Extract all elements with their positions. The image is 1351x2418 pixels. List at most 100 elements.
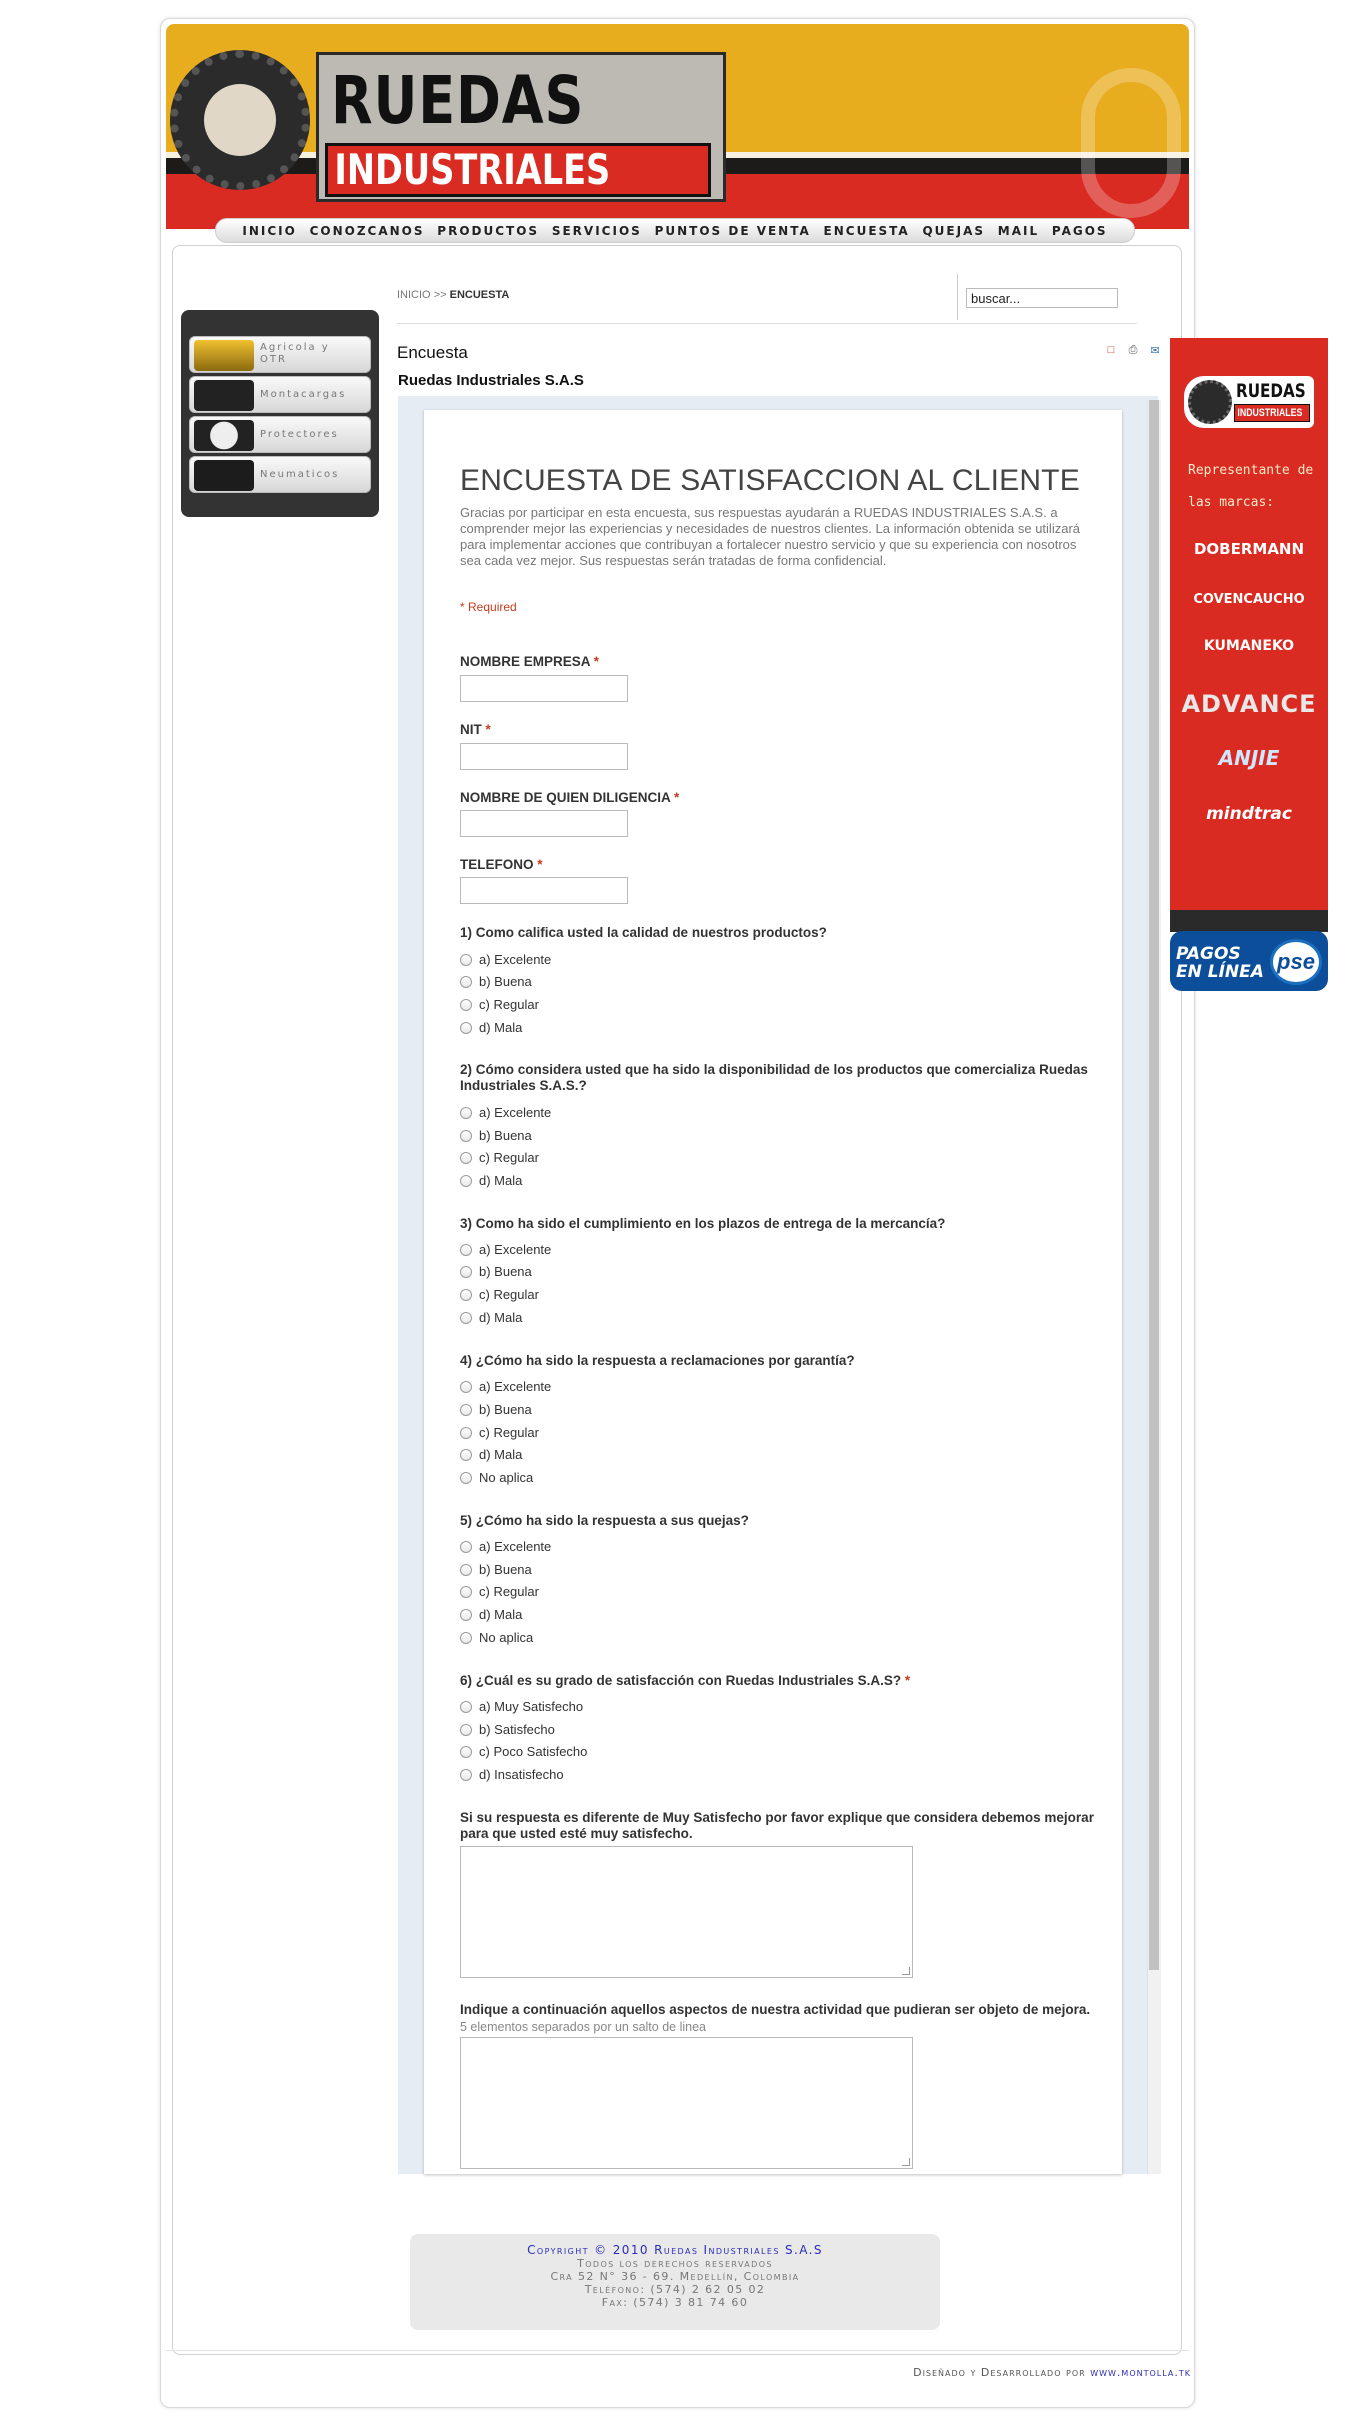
radio-option[interactable]: c) Regular [460, 1150, 539, 1165]
radio-option[interactable]: b) Satisfecho [460, 1722, 555, 1737]
improvement-textarea[interactable] [460, 1846, 913, 1978]
nav-encuesta[interactable]: ENCUESTA [824, 224, 910, 238]
radio-option[interactable]: b) Buena [460, 974, 532, 989]
radio-option[interactable]: c) Regular [460, 1287, 539, 1302]
radio-option[interactable]: b) Buena [460, 1562, 532, 1577]
sidebar-item-label: Neumaticos [260, 469, 340, 480]
radio-option[interactable]: a) Excelente [460, 1379, 551, 1394]
site-header: RUEDAS INDUSTRIALES [166, 24, 1189, 229]
nombre-diligencia-input[interactable] [460, 810, 628, 837]
print-icon[interactable]: ⎙ [1125, 342, 1141, 358]
radio-option[interactable]: a) Excelente [460, 1539, 551, 1554]
radio-icon[interactable] [460, 1700, 472, 1713]
radio-icon[interactable] [460, 1311, 472, 1324]
radio-icon[interactable] [460, 1631, 472, 1644]
footer-address: Cra 52 N° 36 - 69. Medellín, Colombia [550, 2270, 800, 2283]
radio-option[interactable]: c) Regular [460, 1584, 539, 1599]
radio-icon[interactable] [460, 998, 472, 1011]
radio-icon[interactable] [460, 1151, 472, 1164]
pse-payment-button[interactable]: PAGOS EN LÍNEA pse [1170, 931, 1328, 991]
radio-icon[interactable] [460, 1403, 472, 1416]
radio-option[interactable]: a) Excelente [460, 1105, 551, 1120]
radio-option[interactable]: b) Buena [460, 1128, 532, 1143]
question-label: 3) Como ha sido el cumplimiento en los p… [460, 1216, 946, 1231]
sidebar-menu: Agricola y OTR Montacargas Protectores Ne… [181, 310, 379, 517]
divider [397, 323, 1137, 324]
radio-icon[interactable] [460, 1563, 472, 1576]
footer-fax: Fax: (574) 3 81 74 60 [601, 2296, 749, 2309]
sidebar-item-montacargas[interactable]: Montacargas [189, 376, 371, 413]
radio-option[interactable]: c) Poco Satisfecho [460, 1744, 587, 1759]
protector-icon [194, 420, 254, 451]
radio-icon[interactable] [460, 1129, 472, 1142]
nombre-empresa-input[interactable] [460, 675, 628, 702]
radio-option[interactable]: d) Mala [460, 1310, 522, 1325]
radio-icon[interactable] [460, 1380, 472, 1393]
nav-servicios[interactable]: SERVICIOS [552, 224, 642, 238]
radio-icon[interactable] [460, 975, 472, 988]
sidebar-item-neumaticos[interactable]: Neumaticos [189, 456, 371, 493]
radio-option[interactable]: No aplica [460, 1630, 533, 1645]
nit-input[interactable] [460, 743, 628, 770]
radio-icon[interactable] [460, 1265, 472, 1278]
pdf-icon[interactable]: □ [1103, 342, 1119, 358]
radio-option[interactable]: d) Insatisfecho [460, 1767, 564, 1782]
radio-icon[interactable] [460, 1540, 472, 1553]
question-label: 4) ¿Cómo ha sido la respuesta a reclamac… [460, 1353, 855, 1368]
radio-icon[interactable] [460, 1288, 472, 1301]
question-label: 1) Como califica usted la calidad de nue… [460, 925, 827, 940]
radio-icon[interactable] [460, 1106, 472, 1119]
radio-icon[interactable] [460, 1471, 472, 1484]
radio-option[interactable]: a) Muy Satisfecho [460, 1699, 583, 1714]
nav-puntos-de-venta[interactable]: PUNTOS DE VENTA [655, 224, 811, 238]
search-input[interactable] [966, 288, 1118, 308]
radio-option[interactable]: b) Buena [460, 1264, 532, 1279]
breadcrumb-home[interactable]: INICIO [397, 289, 431, 301]
radio-icon[interactable] [460, 1021, 472, 1034]
radio-icon[interactable] [460, 1426, 472, 1439]
pse-logo-icon: pse [1270, 939, 1322, 985]
nav-inicio[interactable]: INICIO [242, 224, 296, 238]
radio-icon[interactable] [460, 953, 472, 966]
radio-option[interactable]: d) Mala [460, 1173, 522, 1188]
banner-logo-top: RUEDAS [1236, 380, 1306, 402]
logo-text-bottom: INDUSTRIALES [334, 145, 611, 194]
radio-icon[interactable] [460, 1768, 472, 1781]
radio-option[interactable]: a) Excelente [460, 952, 551, 967]
radio-icon[interactable] [460, 1585, 472, 1598]
credit-link[interactable]: www.montolla.tk [1090, 2366, 1191, 2379]
radio-icon[interactable] [460, 1243, 472, 1256]
radio-option[interactable]: d) Mala [460, 1607, 522, 1622]
radio-option[interactable]: d) Mala [460, 1020, 522, 1035]
page: RUEDAS INDUSTRIALES INICIO CONOZCANOS PR… [0, 0, 1351, 2418]
radio-icon[interactable] [460, 1723, 472, 1736]
form-title: ENCUESTA DE SATISFACCION AL CLIENTE [460, 464, 1080, 497]
nav-conozcanos[interactable]: CONOZCANOS [310, 224, 425, 238]
sidebar-item-protectores[interactable]: Protectores [189, 416, 371, 453]
credits: Diseñado y Desarrollado por www.montolla… [913, 2366, 1191, 2379]
radio-option[interactable]: c) Regular [460, 1425, 539, 1440]
radio-option[interactable]: No aplica [460, 1470, 533, 1485]
sidebar-item-agricola[interactable]: Agricola y OTR [189, 336, 371, 373]
radio-icon[interactable] [460, 1448, 472, 1461]
email-icon[interactable]: ✉ [1147, 342, 1163, 358]
question-label: 6) ¿Cuál es su grado de satisfacción con… [460, 1673, 911, 1688]
radio-option[interactable]: a) Excelente [460, 1242, 551, 1257]
radio-icon[interactable] [460, 1608, 472, 1621]
banner-subtitle: Representante de las marcas: [1188, 463, 1314, 510]
nav-mail[interactable]: MAIL [998, 224, 1039, 238]
aspects-textarea[interactable] [460, 2037, 913, 2169]
field-label: TELEFONO * [460, 857, 543, 872]
scrollbar-thumb[interactable] [1149, 400, 1159, 1970]
radio-icon[interactable] [460, 1174, 472, 1187]
radio-option[interactable]: c) Regular [460, 997, 539, 1012]
radio-option[interactable]: d) Mala [460, 1447, 522, 1462]
radio-option[interactable]: b) Buena [460, 1402, 532, 1417]
telefono-input[interactable] [460, 877, 628, 904]
nav-productos[interactable]: PRODUCTOS [437, 224, 539, 238]
radio-icon[interactable] [460, 1745, 472, 1758]
site-logo[interactable]: RUEDAS INDUSTRIALES [316, 52, 726, 202]
nav-pagos[interactable]: PAGOS [1052, 224, 1108, 238]
nav-quejas[interactable]: QUEJAS [922, 224, 985, 238]
brand-advance: ADVANCE [1181, 690, 1317, 718]
